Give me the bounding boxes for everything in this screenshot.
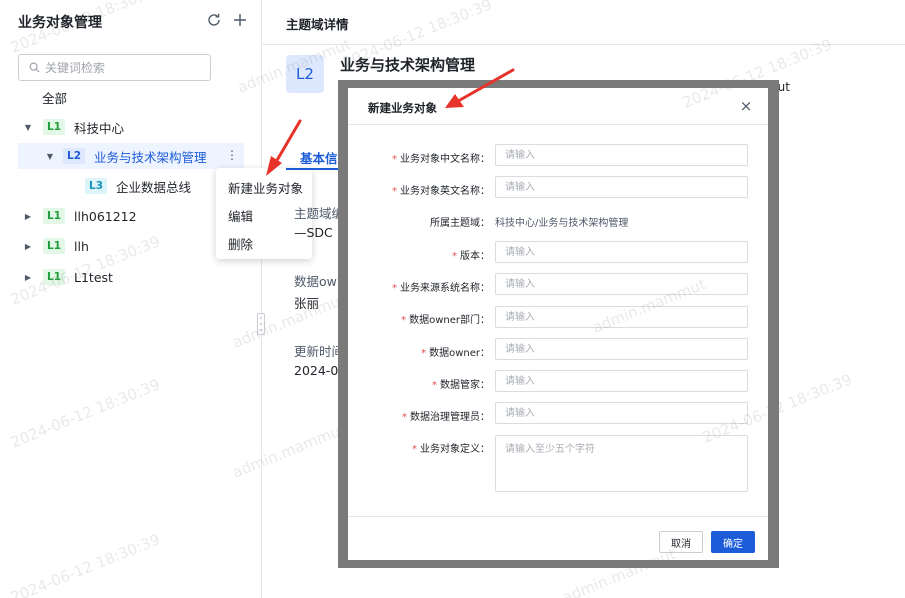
tree-node-llh061212[interactable]: ▶ L1 llh061212 xyxy=(21,203,137,229)
field-value-domain-code: —SDC xyxy=(294,225,333,240)
level-badge: L1 xyxy=(43,119,65,135)
divider xyxy=(348,516,768,517)
field-value-owner: 张丽 xyxy=(294,296,320,311)
label-cn-name: * 业务对象中文名称： xyxy=(392,154,490,165)
search-icon xyxy=(29,62,40,73)
tree-node-llh[interactable]: ▶ L1 llh xyxy=(21,233,89,259)
level-badge: L1 xyxy=(43,269,65,285)
governance-admin-input[interactable] xyxy=(495,402,748,424)
field-label-owner: 数据owner xyxy=(294,274,338,289)
tree-node-esb[interactable]: L3 企业数据总线 xyxy=(85,173,191,199)
add-icon[interactable] xyxy=(232,12,248,28)
tree-item-all[interactable]: 全部 xyxy=(42,84,67,110)
level-badge: L3 xyxy=(85,178,107,194)
steward-input[interactable] xyxy=(495,370,748,392)
owner-input[interactable] xyxy=(495,338,748,360)
level-avatar: L2 xyxy=(286,55,324,93)
tree-item-label: 业务与技术架构管理 xyxy=(94,149,207,165)
refresh-icon[interactable] xyxy=(206,12,222,28)
label-en-name: * 业务对象英文名称： xyxy=(392,186,490,197)
label-source-system: * 业务来源系统名称： xyxy=(392,283,490,294)
dialog-title: 新建业务对象 xyxy=(368,101,437,115)
field-value-updated: 2024-06 xyxy=(294,363,338,378)
more-vertical-icon[interactable]: ⋮ xyxy=(226,148,238,162)
definition-textarea[interactable] xyxy=(495,435,748,492)
tree-item-label: 科技中心 xyxy=(74,120,125,136)
tree-item-label: 企业数据总线 xyxy=(116,179,192,195)
new-object-dialog: 新建业务对象 × *业务对象中文名称： *业务对象英文名称： 所属主题域： 科技… xyxy=(348,88,768,560)
caret-right-icon[interactable]: ▶ xyxy=(21,273,35,282)
level-badge: L1 xyxy=(43,208,65,224)
tree-item-label: llh xyxy=(74,238,89,254)
tab-basic-info[interactable]: 基本信息 xyxy=(286,140,346,170)
owner-dept-input[interactable] xyxy=(495,306,748,328)
divider xyxy=(348,124,768,125)
search-input[interactable] xyxy=(45,58,205,77)
cancel-button[interactable]: 取消 xyxy=(659,531,703,553)
caret-right-icon[interactable]: ▶ xyxy=(21,242,35,251)
panel-resize-handle[interactable]: · · · xyxy=(257,313,265,336)
label-version: * 版本： xyxy=(452,251,490,262)
version-input[interactable] xyxy=(495,241,748,263)
tree-node-l1test[interactable]: ▶ L1 L1test xyxy=(21,264,113,290)
object-tree-panel: 业务对象管理 全部 ▼ L1 科技中心 ▼ L2 业务与技术架构管理 ⋮ L3 … xyxy=(0,0,262,598)
label-owner: * 数据owner： xyxy=(421,348,490,359)
domain-value: 科技中心/业务与技术架构管理 xyxy=(495,218,629,229)
menu-item-delete[interactable]: 删除 xyxy=(228,234,253,253)
caret-right-icon[interactable]: ▶ xyxy=(21,212,35,221)
label-domain: 所属主题域： xyxy=(430,218,490,229)
en-name-input[interactable] xyxy=(495,176,748,198)
tree-node-arch-mgmt[interactable]: ▼ L2 业务与技术架构管理 ⋮ xyxy=(18,143,244,169)
tree-item-label: llh061212 xyxy=(74,208,137,224)
menu-item-new-object[interactable]: 新建业务对象 xyxy=(228,178,303,197)
level-badge: L1 xyxy=(43,238,65,254)
source-system-input[interactable] xyxy=(495,273,748,295)
label-governance-admin: * 数据治理管理员： xyxy=(402,412,490,423)
tree-node-keji[interactable]: ▼ L1 科技中心 xyxy=(21,114,251,140)
panel-title: 业务对象管理 xyxy=(18,15,102,31)
detail-section-title: 主题域详情 xyxy=(286,17,349,32)
label-owner-dept: * 数据owner部门： xyxy=(401,315,490,326)
confirm-button[interactable]: 确定 xyxy=(711,531,755,553)
cn-name-input[interactable] xyxy=(495,144,748,166)
tree-item-label: 全部 xyxy=(42,90,68,106)
menu-item-edit[interactable]: 编辑 xyxy=(228,206,253,225)
label-definition: * 业务对象定义： xyxy=(412,444,490,455)
field-label-updated: 更新时间 xyxy=(294,344,338,359)
search-box[interactable] xyxy=(18,54,211,81)
domain-name: 业务与技术架构管理 xyxy=(340,56,476,74)
caret-down-icon[interactable]: ▼ xyxy=(21,123,35,132)
label-steward: * 数据管家： xyxy=(432,380,490,391)
level-badge: L2 xyxy=(63,148,85,164)
close-icon[interactable]: × xyxy=(738,97,754,115)
field-label-domain-code: 主题域编 xyxy=(294,206,338,221)
tree-item-label: L1test xyxy=(74,269,113,285)
divider xyxy=(262,44,905,45)
caret-down-icon[interactable]: ▼ xyxy=(43,152,57,161)
